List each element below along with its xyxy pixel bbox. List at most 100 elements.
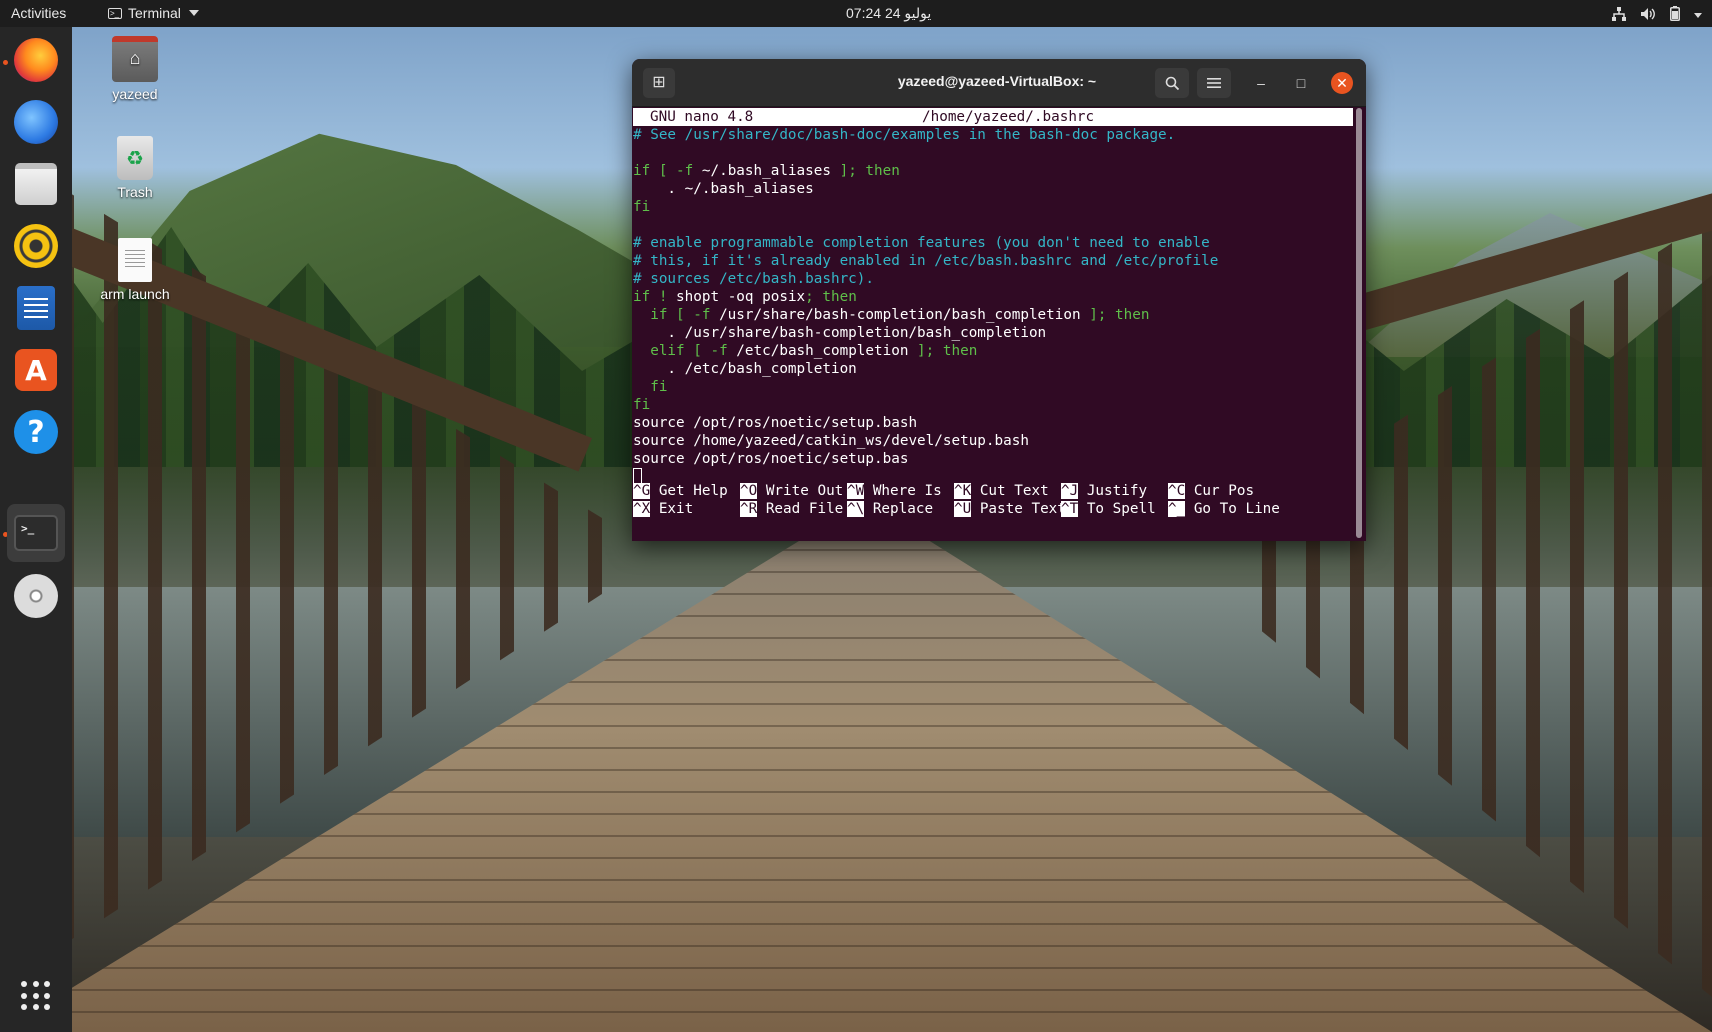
code-token: ~/.bash_aliases xyxy=(701,163,831,179)
minimize-button[interactable]: – xyxy=(1250,72,1272,94)
hamburger-menu-button[interactable] xyxy=(1197,68,1231,98)
shortcut-key: ^_ xyxy=(1168,501,1186,517)
terminal-window[interactable]: ⊞ yazeed@yazeed-VirtualBox: ~ – □ ✕ GNU … xyxy=(632,59,1366,541)
terminal-titlebar[interactable]: ⊞ yazeed@yazeed-VirtualBox: ~ – □ ✕ xyxy=(632,59,1366,107)
editor-line[interactable]: if [ -f ~/.bash_aliases ]; then xyxy=(633,162,1353,180)
desktop-icon-home[interactable]: yazeed xyxy=(85,36,185,102)
editor-line[interactable]: fi xyxy=(633,198,1353,216)
search-icon xyxy=(1165,76,1179,90)
code-token: /usr/share/bash-completion/bash_completi… xyxy=(719,307,1081,323)
nano-shortcut: ^T To Spell xyxy=(1061,500,1156,518)
code-token: . ~/.bash_aliases xyxy=(633,181,814,197)
nano-shortcut: ^U Paste Text xyxy=(954,500,1066,518)
dock-dvd[interactable] xyxy=(7,567,65,625)
code-token: ]; then xyxy=(908,343,978,359)
editor-line[interactable] xyxy=(633,144,1353,162)
maximize-button[interactable]: □ xyxy=(1290,72,1312,94)
editor-line[interactable]: fi xyxy=(633,378,1353,396)
thunderbird-icon xyxy=(14,100,58,144)
window-title: yazeed@yazeed-VirtualBox: ~ xyxy=(897,73,1097,89)
shortcut-label: Exit xyxy=(650,501,694,517)
clock[interactable]: يوليو 24 07:24 xyxy=(846,5,931,22)
dock-files[interactable] xyxy=(7,155,65,213)
scrollbar-thumb[interactable] xyxy=(1356,108,1362,538)
dvd-icon xyxy=(14,574,58,618)
editor-line[interactable]: . /usr/share/bash-completion/bash_comple… xyxy=(633,324,1353,342)
code-token: # See /usr/share/doc/bash-doc/examples i… xyxy=(633,127,1176,143)
editor-line[interactable]: . ~/.bash_aliases xyxy=(633,180,1353,198)
files-icon xyxy=(15,163,57,205)
editor-line[interactable]: source /opt/ros/noetic/setup.bash xyxy=(633,414,1353,432)
editor-line[interactable]: # enable programmable completion feature… xyxy=(633,234,1353,252)
shortcut-label: To Spell xyxy=(1078,501,1156,517)
show-applications-button[interactable] xyxy=(7,967,65,1025)
activities-button[interactable]: Activities xyxy=(11,5,66,21)
code-token: source /home/yazeed/catkin_ws/devel/setu… xyxy=(633,433,1029,449)
app-menu-label: Terminal xyxy=(128,5,181,21)
dock-firefox[interactable] xyxy=(7,31,65,89)
shortcut-key: ^K xyxy=(954,483,972,499)
dock-thunderbird[interactable] xyxy=(7,93,65,151)
editor-line[interactable]: # See /usr/share/doc/bash-doc/examples i… xyxy=(633,126,1353,144)
terminal-icon: >_ xyxy=(14,515,58,551)
nano-shortcut: ^R Read File xyxy=(740,500,843,518)
desktop-icon-label: arm launch xyxy=(100,286,170,302)
nano-shortcut: ^W Where Is xyxy=(847,482,942,500)
editor-line[interactable]: # this, if it's already enabled in /etc/… xyxy=(633,252,1353,270)
dock-writer[interactable] xyxy=(7,279,65,337)
chevron-down-icon xyxy=(188,10,199,16)
editor-line[interactable]: if ! shopt -oq posix; then xyxy=(633,288,1353,306)
rhythmbox-icon xyxy=(14,224,58,268)
shortcut-label: Justify xyxy=(1078,483,1148,499)
editor-line[interactable]: . /etc/bash_completion xyxy=(633,360,1353,378)
desktop-icon-trash[interactable]: Trash xyxy=(85,136,185,200)
network-icon[interactable] xyxy=(1612,6,1626,24)
editor-line[interactable] xyxy=(633,216,1353,234)
code-token: # enable programmable completion feature… xyxy=(633,235,1210,251)
desktop-icon-arm-launch[interactable]: arm launch xyxy=(85,238,185,302)
dock: A ? >_ xyxy=(0,27,72,1032)
editor-line[interactable]: source /home/yazeed/catkin_ws/devel/setu… xyxy=(633,432,1353,450)
dock-help[interactable]: ? xyxy=(7,403,65,461)
system-tray[interactable] xyxy=(1612,6,1702,24)
code-token: fi xyxy=(633,199,651,215)
code-token: . /etc/bash_completion xyxy=(633,361,857,377)
code-token: # this, if it's already enabled in /etc/… xyxy=(633,253,1219,269)
shortcut-label: Get Help xyxy=(650,483,728,499)
shortcut-label: Read File xyxy=(757,501,844,517)
nano-shortcut: ^G Get Help xyxy=(633,482,728,500)
search-button[interactable] xyxy=(1155,68,1189,98)
editor-line[interactable]: elif [ -f /etc/bash_completion ]; then xyxy=(633,342,1353,360)
shortcut-key: ^\ xyxy=(847,501,865,517)
editor-line[interactable]: fi xyxy=(633,396,1353,414)
code-token: source /opt/ros/noetic/setup.bas xyxy=(633,451,909,467)
dock-terminal[interactable]: >_ xyxy=(7,504,65,562)
dock-rhythmbox[interactable] xyxy=(7,217,65,275)
system-menu-caret-icon[interactable] xyxy=(1694,12,1702,18)
writer-icon xyxy=(17,286,55,330)
editor-line[interactable]: # sources /etc/bash.bashrc). xyxy=(633,270,1353,288)
home-folder-icon xyxy=(112,36,158,82)
code-token: fi xyxy=(633,397,651,413)
app-menu-button[interactable]: >_ Terminal xyxy=(108,5,199,21)
code-token: source /opt/ros/noetic/setup.bash xyxy=(633,415,918,431)
desktop-icon-label: Trash xyxy=(117,184,153,200)
nano-editor-buffer[interactable]: # See /usr/share/doc/bash-doc/examples i… xyxy=(633,126,1353,486)
terminal-content[interactable]: GNU nano 4.8 /home/yazeed/.bashrc # See … xyxy=(632,106,1354,541)
text-file-icon xyxy=(118,238,152,282)
nano-shortcut: ^C Cur Pos xyxy=(1168,482,1254,500)
dock-software[interactable]: A xyxy=(7,341,65,399)
hamburger-icon xyxy=(1207,78,1221,88)
volume-icon[interactable] xyxy=(1640,7,1656,24)
close-button[interactable]: ✕ xyxy=(1331,72,1353,94)
battery-icon[interactable] xyxy=(1670,6,1680,24)
code-token: # sources /etc/bash.bashrc). xyxy=(633,271,875,287)
nano-shortcut: ^\ Replace xyxy=(847,500,933,518)
terminal-scrollbar[interactable] xyxy=(1356,108,1362,538)
code-token: shopt -oq posix xyxy=(676,289,806,305)
new-tab-button[interactable]: ⊞ xyxy=(643,68,675,98)
trash-icon xyxy=(117,136,153,180)
editor-line[interactable]: source /opt/ros/noetic/setup.bas xyxy=(633,450,1353,468)
editor-line[interactable]: if [ -f /usr/share/bash-completion/bash_… xyxy=(633,306,1353,324)
shortcut-key: ^T xyxy=(1061,501,1079,517)
